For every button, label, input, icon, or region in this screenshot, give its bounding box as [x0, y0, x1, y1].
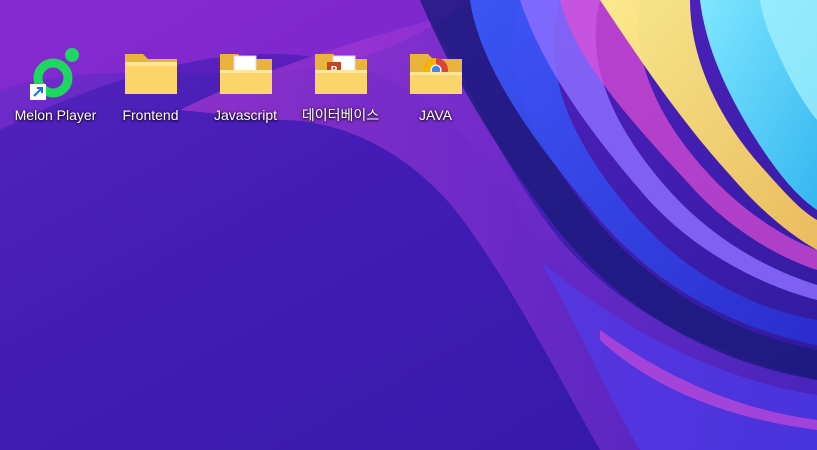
desktop-icon-label: 데이터베이스 [301, 107, 380, 123]
desktop-icon-frontend[interactable]: Frontend [103, 44, 198, 134]
desktop-icon-label: Melon Player [14, 107, 97, 123]
desktop-icon-label: Javascript [213, 107, 278, 123]
desktop-icon-grid: Melon Player Frontend Javascript 데이터베이스 … [8, 44, 483, 134]
folder-document-icon [218, 44, 274, 100]
folder-icon [123, 44, 179, 100]
desktop-icon-label: JAVA [419, 107, 452, 123]
folder-powerpoint-icon: P [313, 44, 369, 100]
shortcut-arrow-icon [29, 84, 46, 100]
desktop-icon-javascript[interactable]: Javascript [198, 44, 293, 134]
desktop[interactable]: Melon Player Frontend Javascript 데이터베이스 … [0, 0, 817, 450]
desktop-icon-label: Frontend [122, 107, 179, 123]
melon-player-icon [28, 44, 84, 100]
folder-chrome-icon [408, 44, 464, 100]
desktop-icon-melon-player[interactable]: Melon Player [8, 44, 103, 134]
desktop-icon-java[interactable]: JAVA [388, 44, 483, 134]
desktop-icon-database[interactable]: P 데이터베이스 [293, 44, 388, 134]
